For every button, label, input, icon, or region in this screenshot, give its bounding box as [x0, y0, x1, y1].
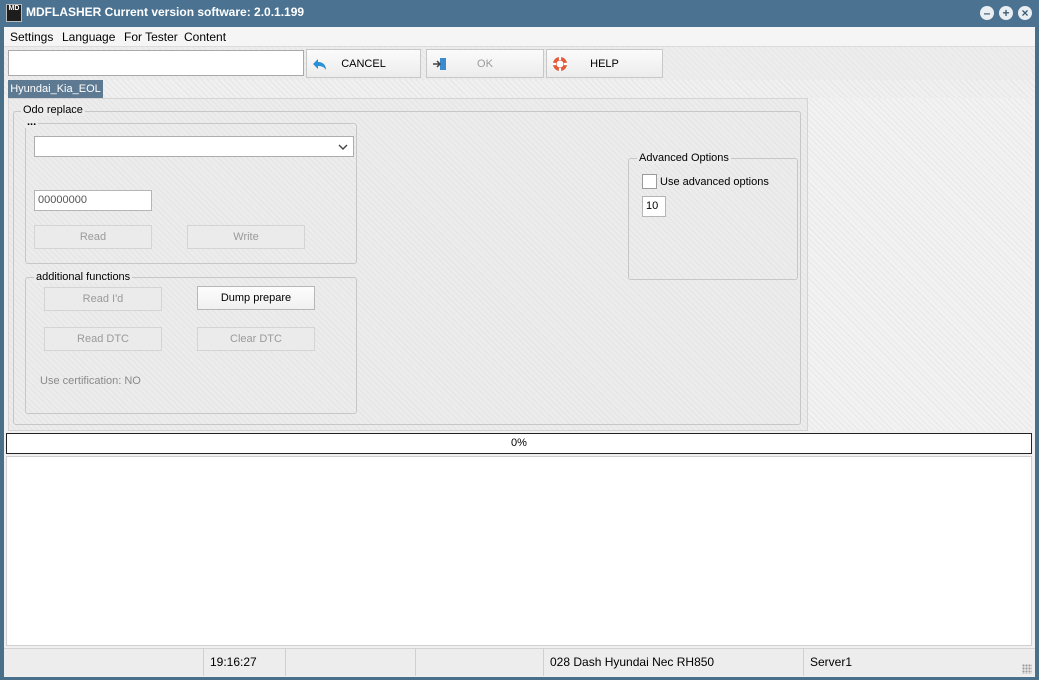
menu-settings[interactable]: Settings — [10, 30, 53, 44]
help-button[interactable]: HELP — [546, 49, 663, 78]
file-path-input[interactable] — [8, 50, 304, 76]
menu-content[interactable]: Content — [184, 30, 226, 44]
app-logo-icon: MD — [6, 4, 22, 22]
ok-button[interactable]: OK — [426, 49, 544, 78]
write-button[interactable]: Write — [187, 225, 305, 249]
read-dtc-button[interactable]: Read DTC — [44, 327, 162, 351]
progress-bar: 0% — [6, 433, 1032, 454]
status-empty-2 — [415, 648, 543, 676]
status-time: 19:16:27 — [203, 648, 285, 676]
close-button[interactable]: × — [1018, 6, 1032, 20]
read-button[interactable]: Read — [34, 225, 152, 249]
tab-strip — [4, 80, 1035, 98]
menu-language[interactable]: Language — [62, 30, 115, 44]
status-server: Server1 — [803, 648, 1023, 676]
window-title: MDFLASHER Current version software: 2.0.… — [26, 5, 305, 19]
odo-replace-title: Odo replace — [21, 104, 85, 116]
progress-label: 0% — [511, 437, 527, 449]
certification-status: Use certification: NO — [40, 375, 141, 387]
resize-grip-icon[interactable] — [1022, 664, 1032, 674]
advanced-value-field[interactable]: 10 — [642, 196, 666, 217]
chevron-down-icon — [338, 144, 348, 150]
advanced-options-checkbox[interactable] — [642, 174, 657, 189]
additional-functions-title: additional functions — [34, 271, 133, 283]
dump-prepare-button[interactable]: Dump prepare — [197, 286, 315, 310]
cancel-button[interactable]: CANCEL — [306, 49, 421, 78]
advanced-options-title: Advanced Options — [637, 152, 731, 164]
maximize-button[interactable]: + — [999, 6, 1013, 20]
odometer-value-field[interactable]: 00000000 — [34, 190, 152, 211]
clear-dtc-button[interactable]: Clear DTC — [197, 327, 315, 351]
advanced-options-label: Use advanced options — [660, 176, 769, 188]
read-id-button[interactable]: Read I'd — [44, 287, 162, 311]
status-empty-1 — [285, 648, 415, 676]
odo-subgroup-title: ... — [25, 116, 39, 128]
tab-hyundai-kia-eol[interactable]: Hyundai_Kia_EOL — [8, 80, 103, 98]
minimize-button[interactable]: – — [980, 6, 994, 20]
status-device: 028 Dash Hyundai Nec RH850 — [543, 648, 803, 676]
dashboard-select[interactable] — [34, 136, 354, 157]
empty-panel-area — [808, 98, 1032, 431]
log-output-area[interactable] — [6, 456, 1032, 646]
menu-for-tester[interactable]: For Tester — [124, 30, 178, 44]
